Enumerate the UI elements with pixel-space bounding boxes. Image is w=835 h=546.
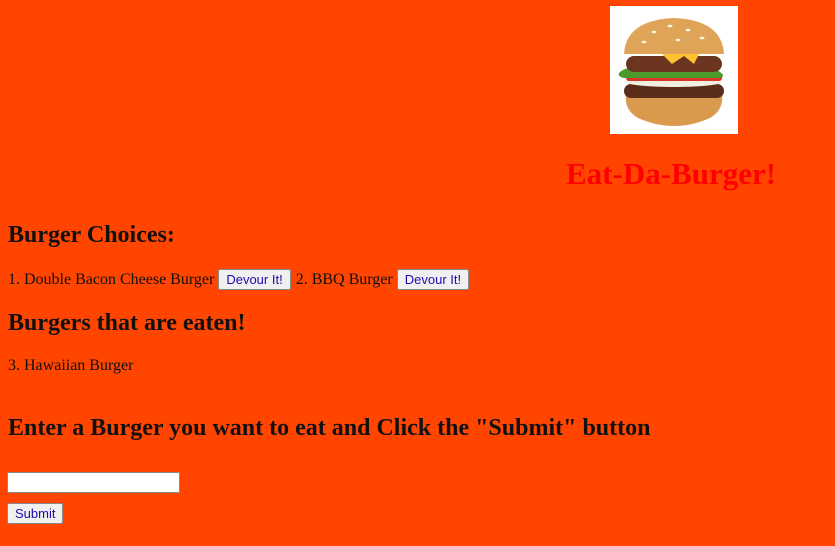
site-title: Eat-Da-Burger! bbox=[566, 156, 777, 191]
devour-button[interactable]: Devour It! bbox=[396, 269, 470, 290]
eaten-burger-item: 3. Hawaiian Burger bbox=[8, 357, 134, 374]
burger-choice-item: 2. BBQ Burger Devour It! bbox=[295, 269, 470, 290]
page: Eat-Da-Burger! Burger Choices: 1. Double… bbox=[0, 0, 835, 546]
burger-choice-label: 2. BBQ Burger bbox=[295, 270, 393, 288]
burger-choices-title: Burger Choices: bbox=[8, 222, 175, 248]
burger-name-input[interactable] bbox=[7, 472, 180, 493]
devour-button[interactable]: Devour It! bbox=[218, 269, 291, 290]
hamburger-icon bbox=[610, 6, 738, 134]
eaten-burgers-list: 3. Hawaiian Burger bbox=[8, 357, 133, 375]
add-burger-title: Enter a Burger you want to eat and Click… bbox=[8, 415, 651, 441]
burger-choices-list: 1. Double Bacon Cheese Burger Devour It!… bbox=[8, 269, 470, 290]
eaten-burgers-title: Burgers that are eaten! bbox=[8, 310, 246, 336]
burger-choice-item: 1. Double Bacon Cheese Burger Devour It! bbox=[8, 269, 291, 290]
submit-button[interactable]: Submit bbox=[7, 503, 64, 524]
burger-choice-label: 1. Double Bacon Cheese Burger bbox=[8, 270, 215, 288]
